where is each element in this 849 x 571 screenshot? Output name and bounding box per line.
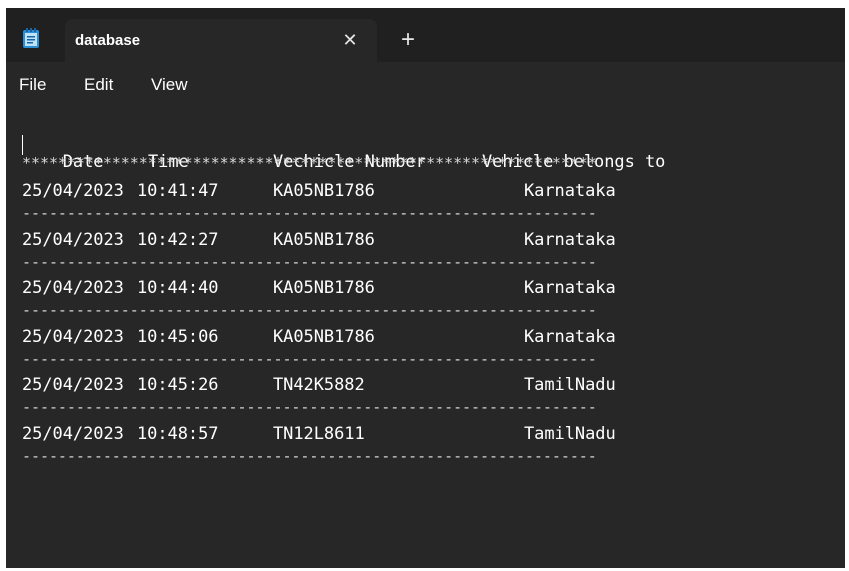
row-time: 10:48:57 [137, 424, 219, 444]
table-row: 25/04/2023 10:42:27 KA05NB1786 Karnataka [22, 229, 616, 250]
row-vehicle-number: KA05NB1786 [273, 229, 375, 250]
header-rule: ****************************************… [22, 154, 597, 172]
table-row: 25/04/2023 10:48:57 TN12L8611 TamilNadu [22, 424, 616, 444]
row-separator: ----------------------------------------… [22, 349, 597, 368]
row-belongs-to: Karnataka [524, 181, 616, 201]
table-row: 25/04/2023 10:45:06 KA05NB1786 Karnataka [22, 326, 616, 347]
text-editor[interactable] [6, 106, 845, 568]
table-row: 25/04/2023 10:44:40 KA05NB1786 Karnataka [22, 278, 616, 299]
row-date: 25/04/2023 [22, 424, 124, 444]
close-icon[interactable]: ✕ [339, 29, 361, 51]
row-vehicle-number: KA05NB1786 [273, 278, 375, 299]
row-vehicle-number: KA05NB1786 [273, 326, 375, 347]
row-date: 25/04/2023 [22, 229, 124, 250]
row-belongs-to: Karnataka [524, 326, 616, 347]
row-date: 25/04/2023 [22, 375, 124, 396]
notepad-window: database ✕ + File Edit View Date Time Vech… [6, 8, 845, 568]
notepad-icon [23, 28, 39, 48]
menu-view[interactable]: View [151, 75, 188, 95]
new-tab-icon[interactable]: + [396, 28, 420, 53]
row-time: 10:42:27 [137, 229, 219, 250]
row-belongs-to: Karnataka [524, 278, 616, 299]
row-separator: ----------------------------------------… [22, 301, 597, 320]
row-time: 10:44:40 [137, 278, 219, 299]
row-separator: ----------------------------------------… [22, 398, 597, 417]
table-row: 25/04/2023 10:41:47 KA05NB1786 Karnataka [22, 181, 616, 201]
menu-bar: File Edit View [6, 62, 845, 106]
row-separator: ----------------------------------------… [22, 447, 597, 465]
tab-title: database [75, 32, 141, 49]
row-vehicle-number: TN12L8611 [273, 424, 365, 444]
text-caret [22, 135, 23, 155]
row-date: 25/04/2023 [22, 278, 124, 299]
row-date: 25/04/2023 [22, 181, 124, 201]
row-belongs-to: Karnataka [524, 229, 616, 250]
row-vehicle-number: TN42K5882 [273, 375, 365, 396]
menu-file[interactable]: File [19, 75, 46, 95]
table-row: 25/04/2023 10:45:26 TN42K5882 TamilNadu [22, 375, 616, 396]
menu-edit[interactable]: Edit [84, 75, 113, 95]
row-time: 10:45:26 [137, 375, 219, 396]
tab-database[interactable]: database ✕ [65, 19, 377, 62]
title-bar: database ✕ + [6, 8, 845, 62]
row-separator: ----------------------------------------… [22, 204, 597, 222]
row-time: 10:45:06 [137, 326, 219, 347]
row-belongs-to: TamilNadu [524, 424, 616, 444]
row-date: 25/04/2023 [22, 326, 124, 347]
row-belongs-to: TamilNadu [524, 375, 616, 396]
row-time: 10:41:47 [137, 181, 219, 201]
row-separator: ----------------------------------------… [22, 252, 597, 271]
row-vehicle-number: KA05NB1786 [273, 181, 375, 201]
